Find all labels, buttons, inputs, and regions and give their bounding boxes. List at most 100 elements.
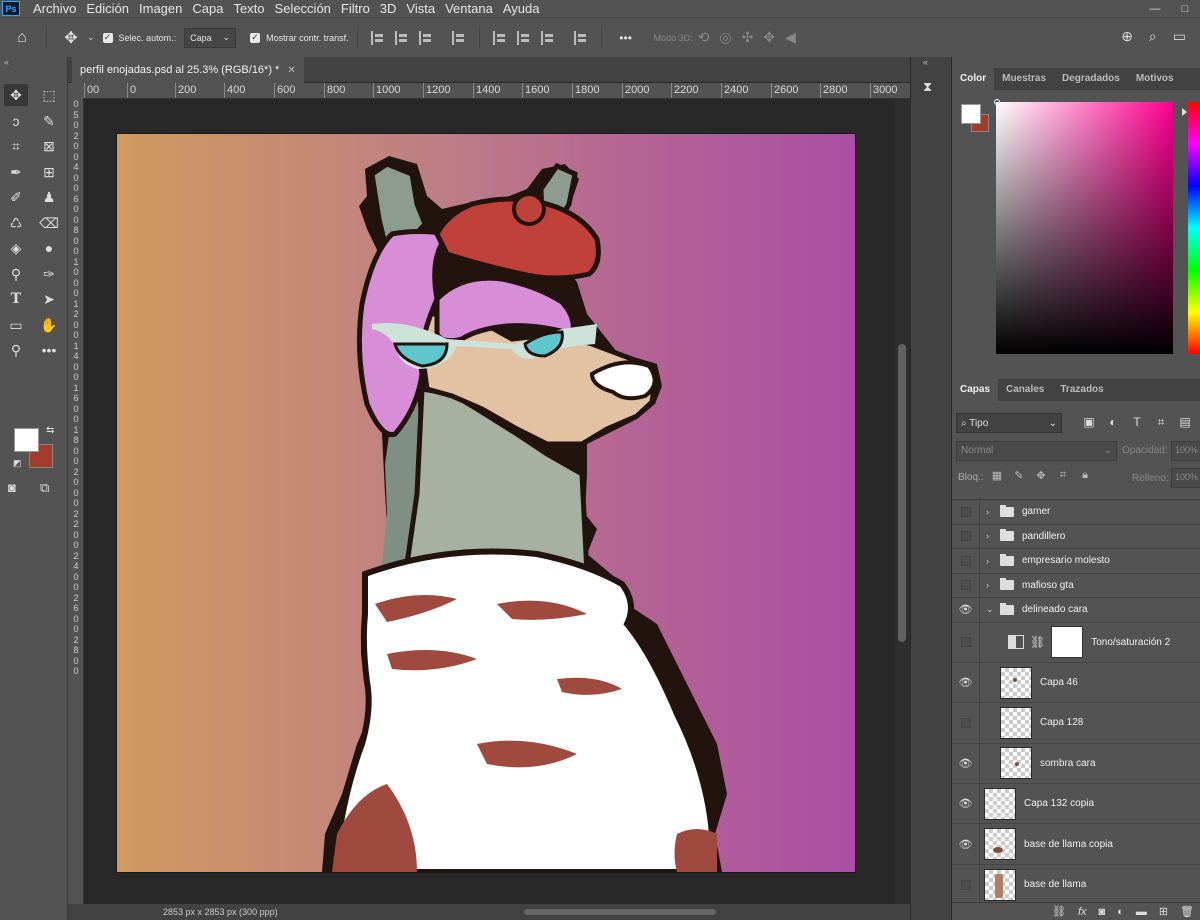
layer-row[interactable]: Capa 128	[952, 703, 1200, 744]
canvas-artwork[interactable]	[117, 134, 855, 872]
menu-ayuda[interactable]: Ayuda	[498, 0, 545, 17]
chevron-right-icon[interactable]: ›	[986, 507, 996, 517]
type-tool-icon[interactable]: T	[4, 288, 28, 310]
default-colors-icon[interactable]: ◩	[13, 458, 22, 469]
lock-transparency-icon[interactable]: ▦	[986, 469, 1008, 482]
add-mask-icon[interactable]: ◙	[1099, 906, 1106, 918]
lasso-tool-icon[interactable]: ↄ	[4, 110, 28, 132]
maximize-button[interactable]: □	[1170, 0, 1200, 17]
expand-panels-icon[interactable]: «	[923, 57, 928, 67]
layer-row[interactable]: base de llama	[952, 864, 1200, 906]
layer-row[interactable]: 👁︎ base de llama copia	[952, 824, 1200, 865]
more-tools-icon[interactable]: •••	[37, 339, 61, 361]
menu-seleccion[interactable]: Selección	[270, 0, 336, 17]
patch-tool-icon[interactable]: ⊞	[37, 161, 61, 183]
history-brush-tool-icon[interactable]: ♺	[4, 212, 28, 234]
hand-tool-icon[interactable]: ✋	[37, 314, 61, 336]
visibility-toggle[interactable]	[952, 622, 980, 662]
image-filter-icon[interactable]: ▣	[1080, 415, 1098, 430]
move-tool-icon[interactable]: ✥	[4, 84, 28, 106]
menu-filtro[interactable]: Filtro	[336, 0, 375, 17]
horizontal-scrollbar-thumb[interactable]	[524, 909, 716, 915]
quick-mask-icon[interactable]: ◙	[8, 480, 16, 495]
layer-style-icon[interactable]: fx	[1078, 906, 1087, 918]
smart-object-filter-icon[interactable]: ▤	[1176, 415, 1194, 430]
layer-mask-thumbnail[interactable]	[1051, 626, 1084, 659]
horizontal-ruler[interactable]: 00 0 200 400 600 800 1000 1200 1400 1600…	[84, 83, 910, 99]
foreground-color-swatch[interactable]	[14, 428, 39, 452]
shape-filter-icon[interactable]: ⌗	[1152, 415, 1170, 430]
eye-icon[interactable]: 👁︎	[952, 784, 980, 824]
frame-tool-icon[interactable]: ⊠	[37, 135, 61, 157]
tab-trazados[interactable]: Trazados	[1052, 379, 1111, 401]
marquee-tool-icon[interactable]: ⬚	[37, 84, 61, 106]
dodge-tool-icon[interactable]: ⚲	[4, 263, 28, 285]
tab-color[interactable]: Color	[952, 68, 995, 90]
align-right-icon[interactable]	[418, 30, 433, 45]
opacity-input[interactable]: 100%	[1171, 441, 1200, 461]
share-user-icon[interactable]: ⊕	[1121, 28, 1133, 45]
history-panel-icon[interactable]: ⧗	[923, 79, 941, 97]
document-tab[interactable]: perfil enojadas.psd al 25.3% (RGB/16*) *…	[72, 57, 304, 83]
lock-position-icon[interactable]: ✥	[1030, 469, 1052, 482]
new-adjustment-icon[interactable]: ◐	[1117, 906, 1124, 918]
workspace-icon[interactable]: ▭	[1173, 28, 1186, 45]
pan-3d-icon[interactable]: ✣	[742, 29, 754, 46]
visibility-toggle[interactable]	[952, 524, 980, 548]
eraser-tool-icon[interactable]: ⌫	[37, 212, 61, 234]
link-icon[interactable]: ⛓︎	[1030, 635, 1045, 649]
menu-ventana[interactable]: Ventana	[440, 0, 498, 17]
scrollbar-thumb[interactable]	[898, 344, 906, 642]
auto-select-dropdown[interactable]: Capa ⌄	[184, 27, 237, 48]
tab-muestras[interactable]: Muestras	[994, 68, 1054, 90]
menu-imagen[interactable]: Imagen	[134, 0, 187, 17]
brush-tool-icon[interactable]: ✐	[4, 186, 28, 208]
chevron-right-icon[interactable]: ›	[986, 556, 996, 566]
lock-pixels-icon[interactable]: ✎	[1008, 469, 1030, 482]
more-options-button[interactable]: •••	[616, 31, 636, 45]
adjustment-filter-icon[interactable]: ◐	[1104, 415, 1122, 430]
color-picker-cursor[interactable]	[994, 99, 1000, 105]
canvas-pasteboard[interactable]	[84, 99, 894, 904]
swap-colors-icon[interactable]: ⇆	[46, 425, 54, 436]
new-layer-icon[interactable]: ⊞	[1159, 905, 1168, 918]
chevron-right-icon[interactable]: ›	[986, 531, 996, 541]
crop-tool-icon[interactable]: ⌗	[4, 135, 28, 157]
stamp-tool-icon[interactable]: ♟	[37, 186, 61, 208]
new-group-icon[interactable]: ▬	[1136, 906, 1147, 918]
menu-edicion[interactable]: Edición	[81, 0, 134, 17]
visibility-toggle[interactable]	[952, 549, 980, 573]
blur-tool-icon[interactable]: ●	[37, 237, 61, 259]
path-selection-tool-icon[interactable]: ➤	[37, 288, 61, 310]
layer-filter-dropdown[interactable]: ⌕ Tipo ⌄	[956, 413, 1062, 433]
link-layers-icon[interactable]: ⛓︎	[1052, 905, 1066, 918]
vertical-ruler[interactable]: 0 5 0 2 0 0 4 0 0 6 0 0 8 0 0 1 0 0 0 1 …	[68, 99, 84, 904]
eye-icon[interactable]: 👁︎	[952, 743, 980, 784]
vertical-scrollbar[interactable]	[894, 99, 910, 904]
layer-row[interactable]: › pandillero	[952, 524, 1200, 549]
paint-bucket-tool-icon[interactable]: ◈	[4, 237, 28, 259]
blend-mode-dropdown[interactable]: Normal ⌄	[956, 441, 1117, 461]
visibility-toggle[interactable]	[952, 703, 980, 743]
search-icon[interactable]: ⌕	[1149, 28, 1157, 45]
tab-motivos[interactable]: Motivos	[1128, 68, 1182, 90]
quick-selection-tool-icon[interactable]: ✎	[37, 110, 61, 132]
tab-capas[interactable]: Capas	[952, 379, 999, 401]
lock-artboard-icon[interactable]: ⌗	[1052, 469, 1074, 482]
home-icon[interactable]: ⌂	[12, 29, 32, 47]
layer-row[interactable]: › gamer	[952, 500, 1200, 525]
move-tool-icon[interactable]: ✥	[61, 28, 81, 48]
hue-slider-handle[interactable]	[1182, 108, 1187, 116]
layer-row[interactable]: 👁︎ Capa 132 copia	[952, 784, 1200, 825]
lock-all-icon[interactable]: 🔒︎	[1074, 469, 1096, 482]
rectangle-tool-icon[interactable]: ▭	[4, 314, 28, 336]
layer-row[interactable]: 👁︎ Capa 46	[952, 662, 1200, 704]
screen-mode-icon[interactable]: ⧉	[40, 480, 49, 496]
layer-row[interactable]: 👁︎ ⌄ delineado cara	[952, 598, 1200, 623]
visibility-toggle[interactable]	[952, 573, 980, 597]
close-icon[interactable]: ✕	[287, 65, 295, 76]
orbit-3d-icon[interactable]: ⟲	[698, 29, 710, 46]
collapse-toolbar-icon[interactable]: «	[4, 57, 9, 67]
minimize-button[interactable]: —	[1140, 0, 1170, 17]
zoom-tool-icon[interactable]: ⚲	[4, 339, 28, 361]
